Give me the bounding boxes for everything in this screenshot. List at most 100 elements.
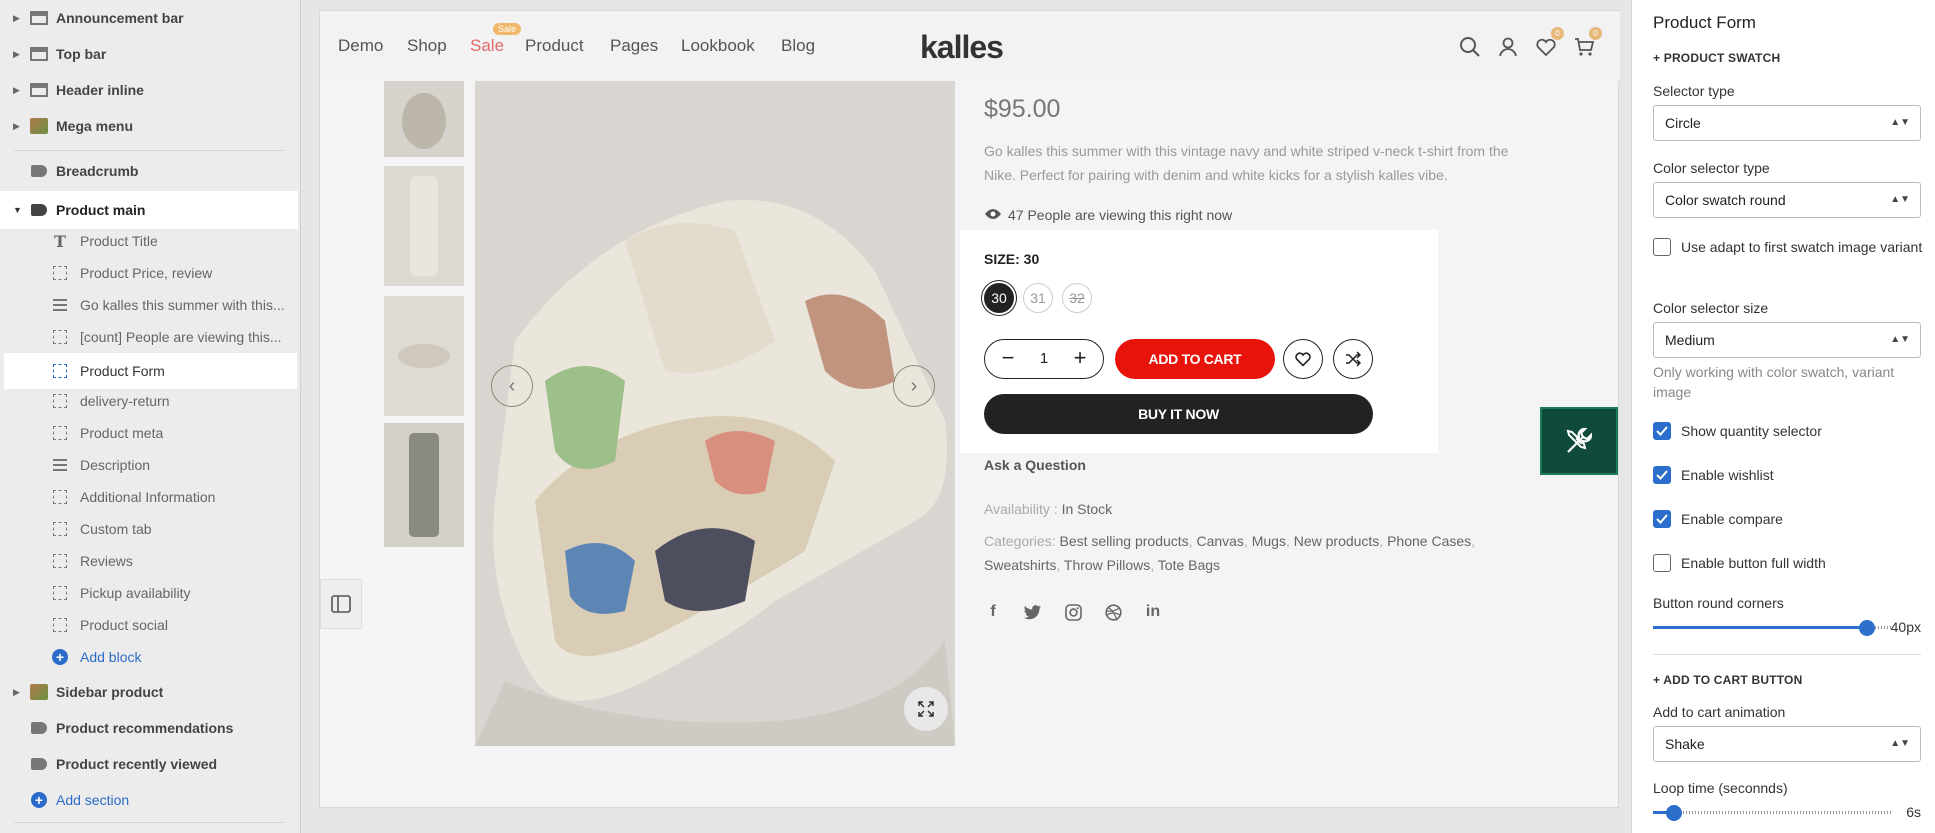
add-block-button[interactable]: + Add block bbox=[0, 641, 298, 673]
caret-right-icon[interactable]: ▶ bbox=[13, 121, 23, 132]
size-swatch-30[interactable]: 30 bbox=[984, 283, 1014, 313]
section-product-main[interactable]: ▼ Product main bbox=[0, 191, 298, 229]
block-description-text[interactable]: Go kalles this summer with this... bbox=[0, 289, 298, 321]
enable-compare-checkbox[interactable]: Enable compare bbox=[1653, 509, 1923, 529]
prev-image-button[interactable]: ‹ bbox=[491, 365, 533, 407]
nav-sale[interactable]: Sale bbox=[470, 36, 504, 56]
account-icon[interactable] bbox=[1496, 35, 1520, 59]
twitter-icon[interactable] bbox=[1024, 603, 1042, 621]
nav-blog[interactable]: Blog bbox=[781, 36, 815, 56]
store-logo[interactable]: kalles bbox=[920, 29, 1004, 66]
nav-product[interactable]: Product bbox=[525, 36, 584, 56]
category-link[interactable]: New products bbox=[1294, 533, 1380, 549]
block-delivery-return[interactable]: delivery-return bbox=[0, 385, 298, 417]
expand-image-icon[interactable] bbox=[904, 687, 948, 731]
section-product-recommendations[interactable]: Product recommendations bbox=[0, 712, 298, 744]
animation-select[interactable]: Shake ▲▼ bbox=[1653, 726, 1921, 762]
section-header-inline[interactable]: ▶ Header inline bbox=[0, 74, 298, 106]
ask-a-question-link[interactable]: Ask a Question bbox=[984, 457, 1086, 473]
product-thumbnail[interactable] bbox=[384, 296, 464, 416]
adapt-first-swatch-checkbox[interactable]: Use adapt to first swatch image variant bbox=[1653, 237, 1923, 257]
color-selector-type-label: Color selector type bbox=[1653, 160, 1770, 176]
next-image-button[interactable]: › bbox=[893, 365, 935, 407]
block-description[interactable]: Description bbox=[0, 449, 298, 481]
nav-shop[interactable]: Shop bbox=[407, 36, 447, 56]
quantity-increase-button[interactable]: + bbox=[1067, 346, 1093, 372]
dribbble-icon[interactable] bbox=[1104, 603, 1122, 621]
checkbox-unchecked-icon[interactable] bbox=[1653, 238, 1671, 256]
loop-time-slider[interactable] bbox=[1653, 803, 1893, 821]
checkbox-checked-icon[interactable] bbox=[1653, 466, 1671, 484]
quantity-decrease-button[interactable]: − bbox=[995, 346, 1021, 372]
checkbox-label: Use adapt to first swatch image variant bbox=[1681, 239, 1923, 255]
product-main-image[interactable]: ‹ › bbox=[475, 81, 955, 746]
selector-type-select[interactable]: Circle ▲▼ bbox=[1653, 105, 1921, 141]
wishlist-heart-icon[interactable]: 0 bbox=[1534, 27, 1564, 59]
sidebar-toggle-icon[interactable] bbox=[320, 579, 362, 629]
product-price: $95.00 bbox=[984, 95, 1061, 123]
facebook-icon[interactable]: f bbox=[984, 603, 1002, 621]
slider-thumb[interactable] bbox=[1859, 620, 1875, 636]
block-product-price-review[interactable]: Product Price, review bbox=[0, 257, 298, 289]
product-thumbnail[interactable] bbox=[384, 166, 464, 286]
block-people-viewing[interactable]: [count] People are viewing this... bbox=[0, 321, 298, 353]
section-product-recently-viewed[interactable]: Product recently viewed bbox=[0, 748, 298, 780]
round-corners-slider[interactable] bbox=[1653, 618, 1893, 636]
instagram-icon[interactable] bbox=[1064, 603, 1082, 621]
wishlist-heart-icon[interactable] bbox=[1283, 339, 1323, 379]
caret-right-icon[interactable]: ▶ bbox=[13, 85, 23, 96]
block-pickup-availability[interactable]: Pickup availability bbox=[0, 577, 298, 609]
add-to-cart-button[interactable]: ADD TO CART bbox=[1115, 339, 1275, 379]
checkbox-checked-icon[interactable] bbox=[1653, 422, 1671, 440]
product-thumbnail[interactable] bbox=[384, 423, 464, 547]
buy-it-now-button[interactable]: BUY IT NOW bbox=[984, 394, 1373, 434]
show-quantity-checkbox[interactable]: Show quantity selector bbox=[1653, 421, 1923, 441]
slider-thumb[interactable] bbox=[1666, 805, 1682, 821]
block-product-meta[interactable]: Product meta bbox=[0, 417, 298, 449]
section-top-bar[interactable]: ▶ Top bar bbox=[0, 38, 298, 70]
section-label: Announcement bar bbox=[56, 10, 184, 26]
section-sidebar-product[interactable]: ▶ Sidebar product bbox=[0, 676, 298, 708]
compare-shuffle-icon[interactable] bbox=[1333, 339, 1373, 379]
size-swatch-31[interactable]: 31 bbox=[1023, 283, 1053, 313]
category-link[interactable]: Phone Cases bbox=[1387, 533, 1471, 549]
block-additional-information[interactable]: Additional Information bbox=[0, 481, 298, 513]
caret-right-icon[interactable]: ▶ bbox=[13, 687, 23, 698]
block-custom-tab[interactable]: Custom tab bbox=[0, 513, 298, 545]
size-swatch-32[interactable]: 32 bbox=[1062, 283, 1092, 313]
quantity-input[interactable]: 1 bbox=[1025, 350, 1063, 367]
category-link[interactable]: Canvas bbox=[1196, 533, 1243, 549]
category-link[interactable]: Tote Bags bbox=[1158, 557, 1220, 573]
section-mega-menu[interactable]: ▶ Mega menu bbox=[0, 110, 298, 142]
nav-demo[interactable]: Demo bbox=[338, 36, 383, 56]
enable-wishlist-checkbox[interactable]: Enable wishlist bbox=[1653, 465, 1923, 485]
checkbox-unchecked-icon[interactable] bbox=[1653, 554, 1671, 572]
block-product-title[interactable]: T Product Title bbox=[0, 225, 298, 257]
cart-icon[interactable]: 0 bbox=[1572, 27, 1602, 59]
caret-right-icon[interactable]: ▶ bbox=[13, 13, 23, 24]
product-thumbnail[interactable] bbox=[384, 81, 464, 157]
section-breadcrumb[interactable]: Breadcrumb bbox=[0, 155, 298, 187]
section-announcement-bar[interactable]: ▶ Announcement bar bbox=[0, 2, 298, 34]
checkbox-checked-icon[interactable] bbox=[1653, 510, 1671, 528]
category-link[interactable]: Throw Pillows bbox=[1064, 557, 1150, 573]
nav-pages[interactable]: Pages bbox=[610, 36, 658, 56]
caret-down-icon[interactable]: ▼ bbox=[13, 205, 23, 215]
caret-right-icon[interactable]: ▶ bbox=[13, 49, 23, 60]
search-icon[interactable] bbox=[1458, 35, 1482, 59]
category-link[interactable]: Best selling products bbox=[1059, 533, 1188, 549]
block-dashed-icon bbox=[52, 425, 68, 441]
block-product-social[interactable]: Product social bbox=[0, 609, 298, 641]
block-product-form[interactable]: Product Form bbox=[4, 353, 297, 389]
nav-lookbook[interactable]: Lookbook bbox=[681, 36, 755, 56]
color-selector-size-select[interactable]: Medium ▲▼ bbox=[1653, 322, 1921, 358]
customize-tools-icon[interactable] bbox=[1540, 407, 1618, 475]
linkedin-icon[interactable]: in bbox=[1144, 603, 1162, 621]
add-section-button[interactable]: + Add section bbox=[0, 784, 298, 816]
category-link[interactable]: Sweatshirts bbox=[984, 557, 1056, 573]
color-selector-type-select[interactable]: Color swatch round ▲▼ bbox=[1653, 182, 1921, 218]
enable-full-width-checkbox[interactable]: Enable button full width bbox=[1653, 553, 1923, 573]
block-reviews[interactable]: Reviews bbox=[0, 545, 298, 577]
category-link[interactable]: Mugs bbox=[1252, 533, 1286, 549]
add-section-label: Add section bbox=[56, 792, 130, 808]
